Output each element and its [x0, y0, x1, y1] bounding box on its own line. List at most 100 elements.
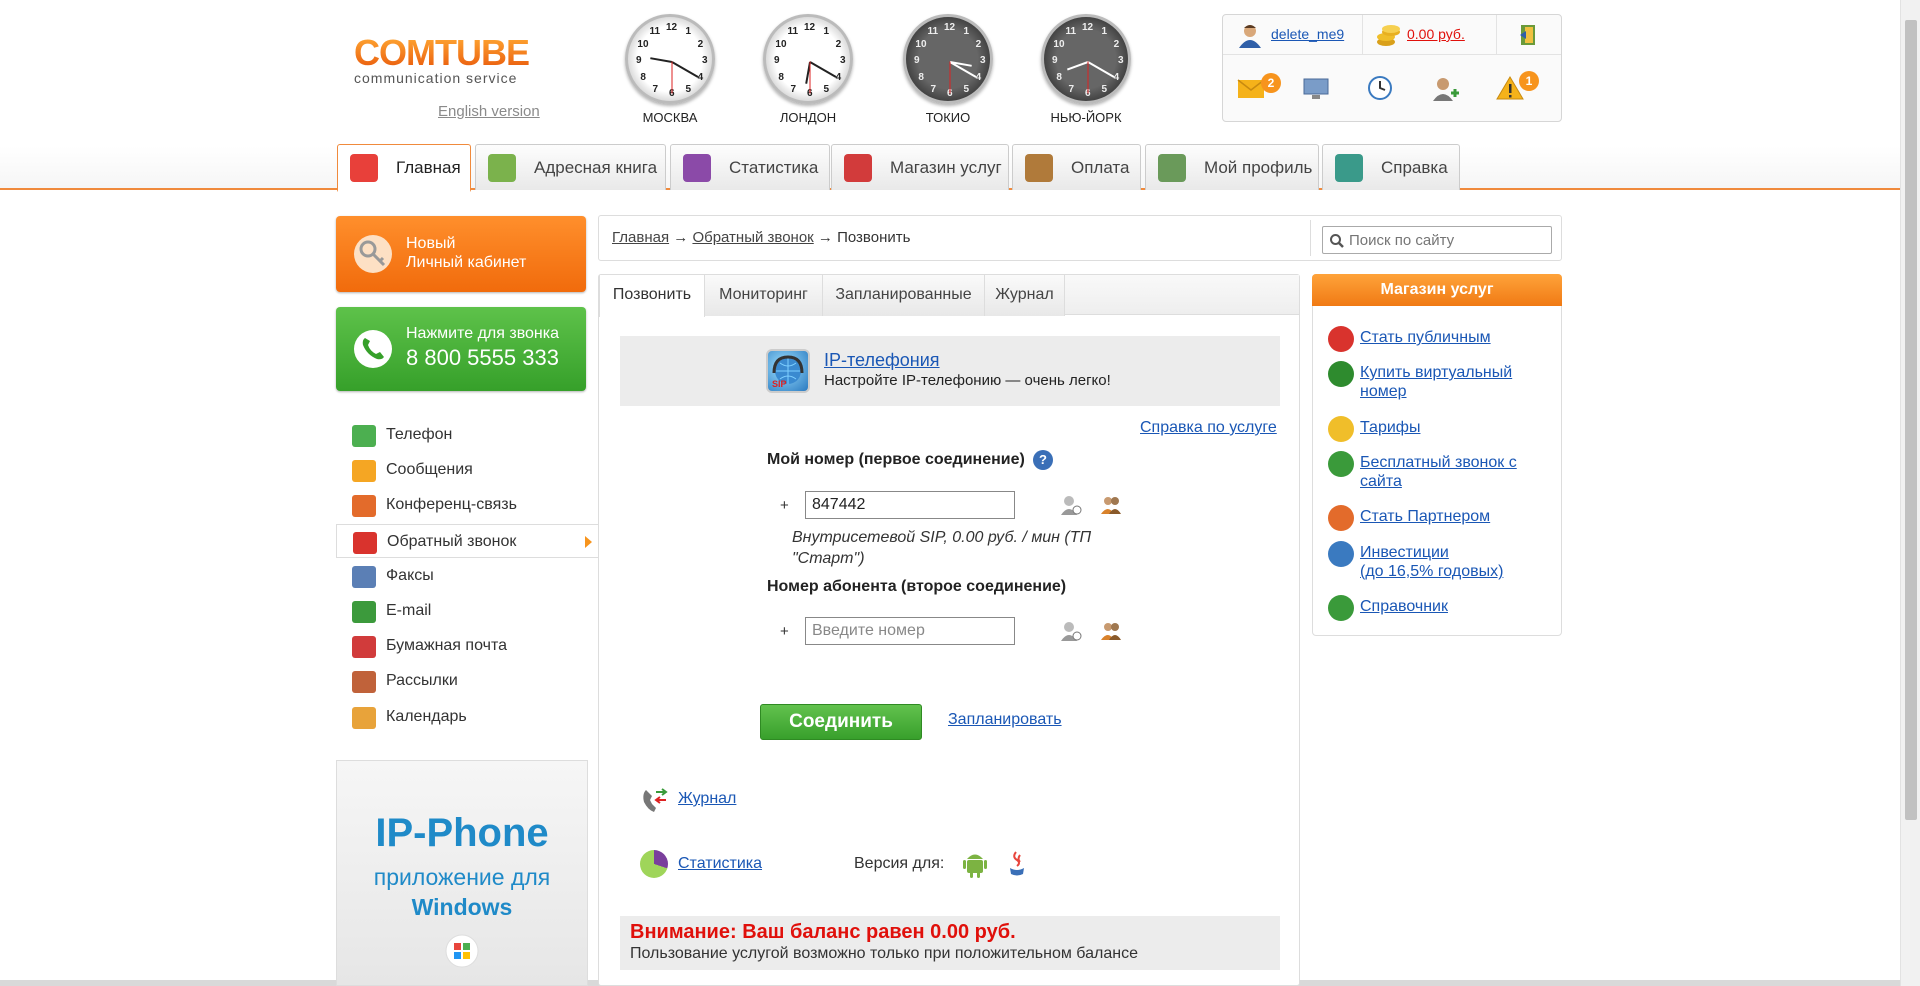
shopping-bag-icon	[844, 154, 872, 182]
java-icon[interactable]	[1004, 850, 1030, 878]
handshake-icon[interactable]	[1328, 505, 1354, 531]
shop-item-link[interactable]: Инвестиции (до 16,5% годовых)	[1360, 543, 1503, 581]
call-journal-icon[interactable]	[640, 786, 668, 814]
subscriber-number-input[interactable]	[805, 617, 1015, 645]
ip-telephony-banner	[620, 336, 1280, 406]
pick-group-icon[interactable]	[1100, 494, 1122, 516]
username-link[interactable]: delete_me9	[1271, 26, 1351, 42]
add-contact-icon[interactable]	[1431, 75, 1459, 103]
ad-line3: Windows	[411, 894, 513, 920]
service-help-link[interactable]: Справка по услуге	[1140, 419, 1277, 437]
nav-tab-4[interactable]: Оплата	[1012, 144, 1141, 190]
left-menu-item[interactable]: Конференц-связь	[336, 488, 600, 522]
shop-item-link[interactable]: Справочник	[1360, 597, 1448, 616]
clock-numeral: 8	[778, 71, 784, 83]
pie-chart-icon	[683, 154, 711, 182]
clock-numeral: 1	[963, 26, 970, 38]
my-number-input[interactable]	[805, 491, 1015, 519]
megaphone-icon	[352, 671, 376, 694]
journal-link[interactable]: Журнал	[678, 790, 736, 808]
left-menu-item[interactable]: Факсы	[336, 559, 600, 593]
vertical-scrollbar[interactable]	[1900, 0, 1920, 986]
subtab-0[interactable]: Позвонить	[599, 275, 705, 317]
pick-contact-icon[interactable]	[1060, 494, 1082, 516]
breadcrumb-divider	[1310, 220, 1311, 256]
english-version-link[interactable]: English version	[438, 103, 540, 120]
nav-tab-0[interactable]: Главная	[337, 144, 471, 192]
monitor-icon[interactable]	[1303, 77, 1329, 101]
clock-second-hand	[949, 61, 951, 94]
nav-tab-3[interactable]: Магазин услуг	[831, 144, 1009, 190]
growth-chart-icon[interactable]	[1328, 541, 1354, 567]
shop-item-link[interactable]: Стать Партнером	[1360, 507, 1490, 526]
site-search[interactable]	[1322, 226, 1552, 254]
scrollbar-thumb[interactable]	[1905, 20, 1917, 820]
subtab-3[interactable]: Журнал	[985, 275, 1065, 316]
balance-cell[interactable]: 0.00 руб.	[1363, 15, 1497, 55]
public-person-icon[interactable]	[1328, 326, 1354, 352]
new-cabinet-button[interactable]: Новый Личный кабинет	[336, 216, 586, 292]
clock-numeral: 7	[1068, 83, 1075, 95]
reference-book-icon[interactable]	[1328, 595, 1354, 621]
paper-mail-icon	[352, 636, 376, 659]
schedule-link[interactable]: Запланировать	[948, 711, 1062, 729]
clock-minute-hand	[1087, 61, 1115, 78]
call-us-button[interactable]: Нажмите для звонка 8 800 5555 333	[336, 307, 586, 391]
logo[interactable]: COMTUBE communication service	[354, 35, 530, 87]
clock-city-label: НЬЮ-ЙОРК	[1050, 110, 1122, 125]
breadcrumb-separator: →	[673, 229, 689, 246]
left-menu-label: Календарь	[386, 707, 467, 725]
left-menu-item[interactable]: Календарь	[336, 700, 600, 734]
clock-city-label: ЛОНДОН	[779, 110, 837, 125]
clock-numeral: 7	[930, 83, 937, 95]
connect-button[interactable]: Соединить	[760, 704, 922, 740]
left-menu-item[interactable]: E-mail	[336, 594, 600, 628]
email-at-icon	[352, 601, 376, 623]
sip-globe-icon[interactable]: SIP	[766, 349, 810, 393]
balance-link[interactable]: 0.00 руб.	[1407, 26, 1465, 42]
breadcrumb-home[interactable]: Главная	[612, 229, 669, 246]
statistics-pie-icon[interactable]	[640, 850, 668, 878]
left-menu-label: Телефон	[386, 426, 453, 443]
clock-numeral: 4	[1113, 71, 1120, 83]
breadcrumb: Главная → Обратный звонок → Позвонить	[612, 229, 910, 246]
user-cell[interactable]: delete_me9	[1223, 15, 1363, 55]
nav-tab-2[interactable]: Статистика	[670, 144, 830, 190]
logout-door-icon[interactable]	[1517, 23, 1541, 47]
left-menu-item[interactable]: Телефон	[336, 418, 600, 452]
breadcrumb-callback[interactable]: Обратный звонок	[692, 229, 813, 246]
left-menu-item[interactable]: Обратный звонок	[336, 523, 600, 558]
subscriber-number-label: Номер абонента (второе соединение)	[767, 578, 1067, 595]
ip-phone-ad[interactable]: IP-Phone приложение для Windows	[336, 760, 588, 986]
clock-numeral: 7	[652, 83, 659, 95]
shop-item-link[interactable]: Бесплатный звонок с сайта	[1360, 453, 1517, 491]
history-clock-icon[interactable]	[1367, 75, 1393, 101]
android-icon[interactable]	[962, 850, 988, 878]
shop-item-link[interactable]: Стать публичным	[1360, 328, 1491, 347]
left-menu-item[interactable]: Рассылки	[336, 664, 600, 698]
clock-numeral: 1	[1101, 26, 1108, 38]
shop-item-link[interactable]: Тарифы	[1360, 418, 1420, 437]
left-menu-item[interactable]: Бумажная почта	[336, 629, 600, 663]
ip-telephony-subtitle: Настройте IP-телефонию — очень легко!	[824, 372, 1111, 389]
clock-3: 1 2 3 4 5 6 7 8 9 10 11 12 НЬЮ-ЙОРК	[1036, 14, 1136, 125]
coin-icon[interactable]	[1328, 416, 1354, 442]
search-input[interactable]	[1349, 230, 1545, 250]
logout-cell[interactable]	[1497, 15, 1561, 55]
virtual-number-icon[interactable]	[1328, 361, 1354, 387]
statistics-link[interactable]: Статистика	[678, 855, 762, 873]
pick-group-icon[interactable]	[1100, 620, 1122, 642]
nav-tab-5[interactable]: Мой профиль	[1145, 144, 1319, 190]
nav-tab-1[interactable]: Адресная книга	[475, 144, 666, 190]
left-menu-item[interactable]: Сообщения	[336, 453, 600, 487]
ip-telephony-link[interactable]: IP-телефония	[824, 350, 940, 371]
subtab-2[interactable]: Запланированные	[823, 275, 985, 316]
pick-contact-icon[interactable]	[1060, 620, 1082, 642]
nav-tab-6[interactable]: Справка	[1322, 144, 1460, 190]
shop-item-link[interactable]: Купить виртуальный номер	[1360, 363, 1512, 401]
left-menu-label: Факсы	[386, 566, 434, 584]
help-question-icon[interactable]: ?	[1033, 450, 1053, 470]
subtab-1[interactable]: Мониторинг	[705, 275, 823, 316]
clock-numeral: 11	[927, 26, 939, 38]
free-call-icon[interactable]	[1328, 451, 1354, 477]
